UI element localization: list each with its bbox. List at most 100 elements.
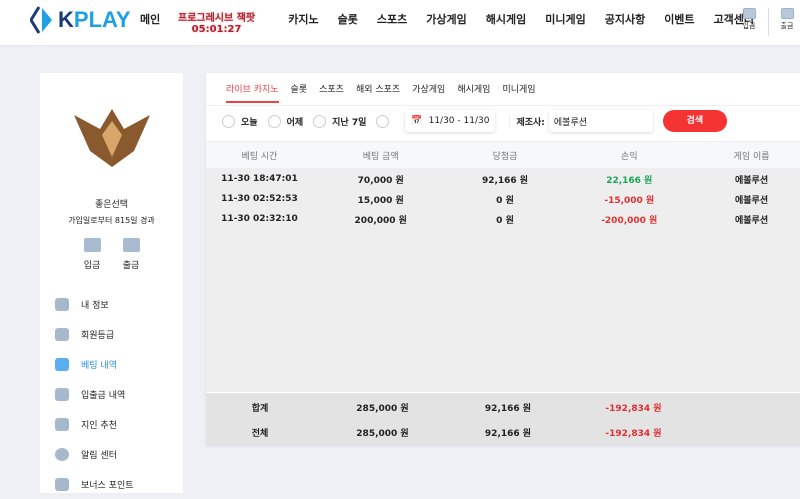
cell: 0 원 [496,195,514,206]
filter-bar: 오늘 어제 지난 7일 📅 11/30 - 11/30 제조사: 에볼루션 검색 [222,110,727,132]
col-header: 게임 이름 [733,151,770,162]
cell: 200,000 원 [354,215,407,226]
user-icon [55,297,69,311]
cell: 합계 [251,403,269,414]
label: 보너스 포인트 [81,480,134,491]
wallet-icon [55,477,69,491]
cell: 22,166 원 [606,175,653,186]
cell: 92,166 원 [484,403,532,414]
cell: 0 원 [496,215,514,226]
provider-label: 제조사: [509,114,545,128]
divider [768,8,769,36]
cell: 70,000 원 [357,175,404,186]
edit-icon [55,357,69,371]
wallet-icon [83,238,101,252]
chat-icon [55,447,69,461]
cell: 에볼루션 [734,195,769,206]
cell: 에볼루션 [734,175,769,186]
sidebar-item-grade[interactable]: 회원등급 [55,319,134,349]
tab-virtual[interactable]: 가상게임 [412,82,445,103]
radio-yesterday[interactable] [267,114,281,128]
cell: 전체 [251,428,269,439]
nav-mini[interactable]: 미니게임 [545,11,585,27]
col-header: 베팅 금액 [362,151,399,162]
cell: 11-30 18:47:01 [221,174,298,184]
game-tabs: 라이브 카지노 슬롯 스포츠 해외 스포츠 가상게임 해시게임 미니게임 [226,82,548,103]
jackpot-timer: 05:01:27 [191,24,242,35]
cell: 11-30 02:32:10 [221,214,298,224]
logo-icon [30,6,52,34]
table-row: 11-30 02:32:10 200,000 원 0 원 -200,000 원 에볼루션 [206,209,800,229]
totals-row: 전체 285,000 원 92,166 원 -192,834 원 [206,422,800,442]
table-row: 11-30 18:47:01 70,000 원 92,166 원 22,166 원 에볼… [206,169,800,189]
cell: 285,000 원 [356,428,409,439]
table-footer: 합계 285,000 원 92,166 원 -192,834 원 전체 285,000 … [206,393,800,445]
table-header: 베팅 시간 베팅 금액 당첨금 손익 게임 이름 [206,141,800,168]
deposit-label: 입금 [742,22,756,30]
sidebar-item-referral[interactable]: 지인 추천 [55,409,134,439]
wallet-icon [122,238,140,252]
nav-slot[interactable]: 슬롯 [338,11,358,27]
cell: 15,000 원 [357,195,404,206]
wallet-icon [55,387,69,401]
tab-mini[interactable]: 미니게임 [502,82,535,103]
cell: -200,000 원 [601,215,658,226]
sidebar-withdraw-button[interactable]: 출금 [116,238,146,271]
totals-row: 합계 285,000 원 92,166 원 -192,834 원 [206,397,800,417]
shield-icon [55,327,69,341]
table-body: 11-30 18:47:01 70,000 원 92,166 원 22,166 원 에볼… [206,168,800,392]
wallet-icon [742,8,756,19]
cell: -15,000 원 [604,195,655,206]
withdraw-label: 출금 [780,22,794,30]
label: 지난 7일 [332,117,367,128]
logo[interactable]: KPLAY [30,5,131,35]
sidebar-item-bonus[interactable]: 보너스 포인트 [55,469,134,499]
logo-text: KPLAY [58,7,131,32]
cell: -192,834 원 [605,403,662,414]
deposit-label: 입금 [83,261,101,271]
search-button[interactable]: 검색 [662,110,727,132]
label: 회원등급 [81,330,115,341]
date-range-picker[interactable]: 📅 11/30 - 11/30 [405,110,495,132]
sidebar-item-notifications[interactable]: 알림 센터 [55,439,134,469]
nav-casino[interactable]: 카지노 [288,11,318,27]
jackpot[interactable]: 프로그레시브 잭팟 05:01:27 [178,9,255,35]
member-days: 가입일로부터 815일 경과 [68,216,155,225]
nav-sports[interactable]: 스포츠 [377,11,407,27]
tab-overseas-sports[interactable]: 해외 스포츠 [356,82,400,103]
withdraw-label: 출금 [122,261,140,271]
tab-slot[interactable]: 슬롯 [291,82,308,103]
tab-sports[interactable]: 스포츠 [319,82,344,103]
radio-last7[interactable] [313,114,327,128]
radio-today[interactable] [222,114,235,128]
nav-main[interactable]: 메인 [140,11,160,27]
bet-history-panel: 라이브 카지노 슬롯 스포츠 해외 스포츠 가상게임 해시게임 미니게임 오늘 … [206,73,800,445]
label: 입출금 내역 [81,390,126,401]
sidebar-deposit-button[interactable]: 입금 [77,238,107,271]
username: 좋은선택 [94,200,129,210]
wallet-icon [780,8,794,19]
sidebar-item-my-info[interactable]: 내 정보 [55,289,134,319]
cell: 92,166 원 [481,175,529,186]
nav-virtual[interactable]: 가상게임 [426,11,466,27]
provider-input[interactable]: 에볼루션 [549,110,653,132]
sidebar-item-bet-history[interactable]: 베팅 내역 [55,349,134,379]
col-header: 손익 [620,151,638,162]
cell: -192,834 원 [605,428,662,439]
sidebar-item-transactions[interactable]: 입출금 내역 [55,379,134,409]
tab-hash[interactable]: 해시게임 [457,82,490,103]
date-range: 11/30 - 11/30 [428,116,490,126]
label: 어제 [286,117,304,128]
nav-event[interactable]: 이벤트 [664,11,694,27]
nav-notice[interactable]: 공지사항 [605,11,645,27]
label: 오늘 [241,117,258,128]
tab-live-casino[interactable]: 라이브 카지노 [226,82,279,103]
col-header: 베팅 시간 [241,151,278,162]
sidebar-menu: 내 정보 회원등급 베팅 내역 입출금 내역 지인 추천 알림 센터 보너스 포… [55,289,134,499]
header-withdraw-button[interactable]: 출금 [775,8,799,31]
top-bar: KPLAY 메인 카지노 슬롯 스포츠 가상게임 해시게임 미니게임 공지사항 … [0,0,800,46]
nav-hash[interactable]: 해시게임 [486,11,526,27]
header-deposit-button[interactable]: 입금 [737,8,761,31]
rank-badge-icon [74,109,150,167]
radio-custom[interactable] [376,114,390,128]
